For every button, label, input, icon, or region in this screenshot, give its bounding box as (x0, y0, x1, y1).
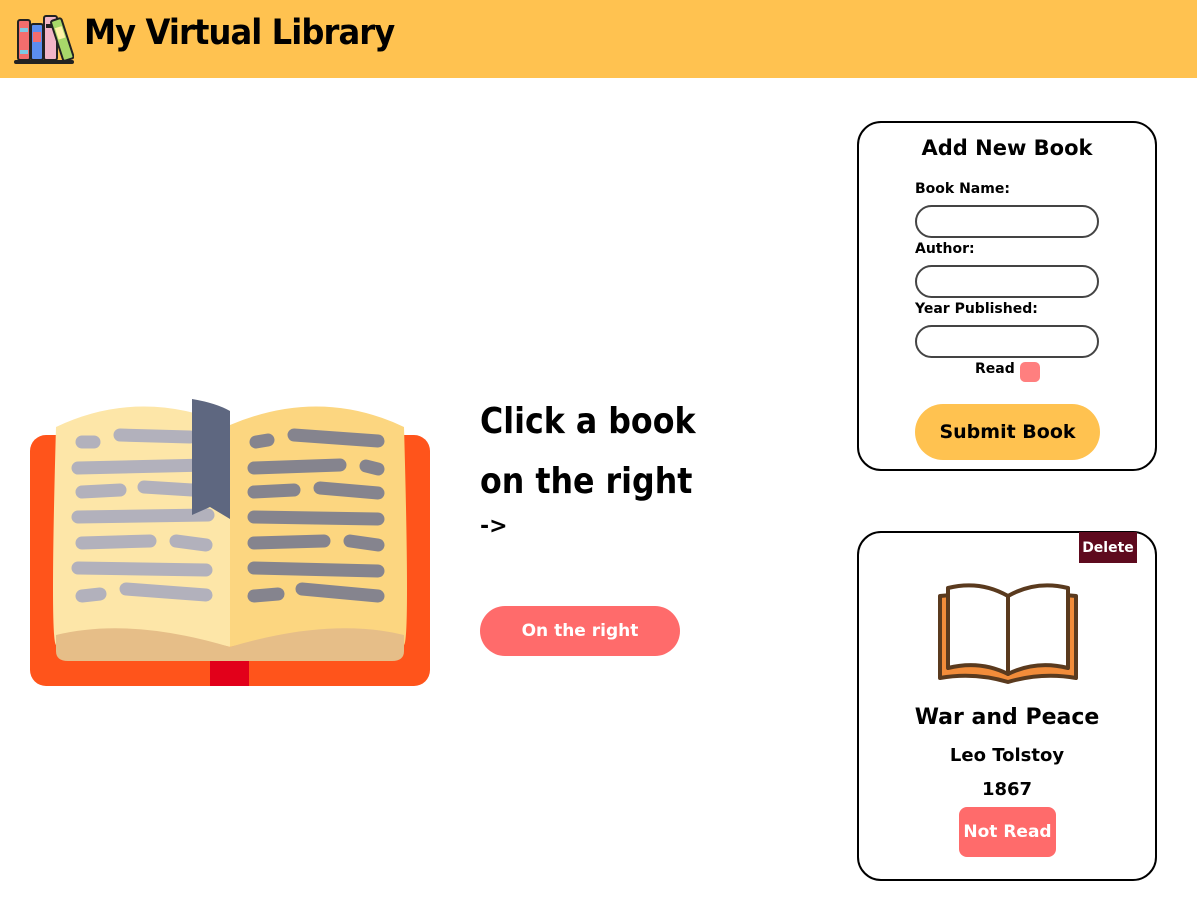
read-checkbox[interactable] (1020, 362, 1040, 382)
hero-line-1: Click a book (480, 401, 696, 442)
book-title: War and Peace (914, 705, 1100, 730)
on-the-right-button[interactable]: On the right (480, 606, 680, 656)
author-label: Author: (915, 241, 975, 257)
add-book-form: Add New Book Book Name: Author: Year Pub… (857, 121, 1157, 471)
year-published-label: Year Published: (915, 301, 1038, 317)
read-label: Read (975, 361, 1015, 377)
hero-arrow: -> (480, 514, 508, 539)
author-input[interactable] (915, 265, 1099, 298)
year-published-input[interactable] (915, 325, 1099, 358)
read-status-button[interactable]: Not Read (959, 807, 1056, 857)
book-year: 1867 (981, 779, 1033, 800)
bookshelf-icon (14, 15, 74, 64)
book-name-label: Book Name: (915, 181, 1010, 197)
book-card: Delete War and Peace Leo Tolstoy 1867 No… (857, 531, 1157, 881)
book-name-input[interactable] (915, 205, 1099, 238)
book-outline-icon (938, 583, 1078, 684)
book-author: Leo Tolstoy (949, 745, 1065, 766)
form-title: Add New Book (921, 136, 1093, 160)
app-title: My Virtual Library (84, 13, 395, 53)
hero-message: Click a book on the right (480, 392, 709, 512)
submit-book-button[interactable]: Submit Book (915, 404, 1100, 460)
delete-button[interactable]: Delete (1079, 532, 1137, 563)
hero-line-2: on the right (480, 461, 693, 502)
app-header: My Virtual Library (0, 0, 1197, 78)
open-book-icon (30, 399, 430, 686)
